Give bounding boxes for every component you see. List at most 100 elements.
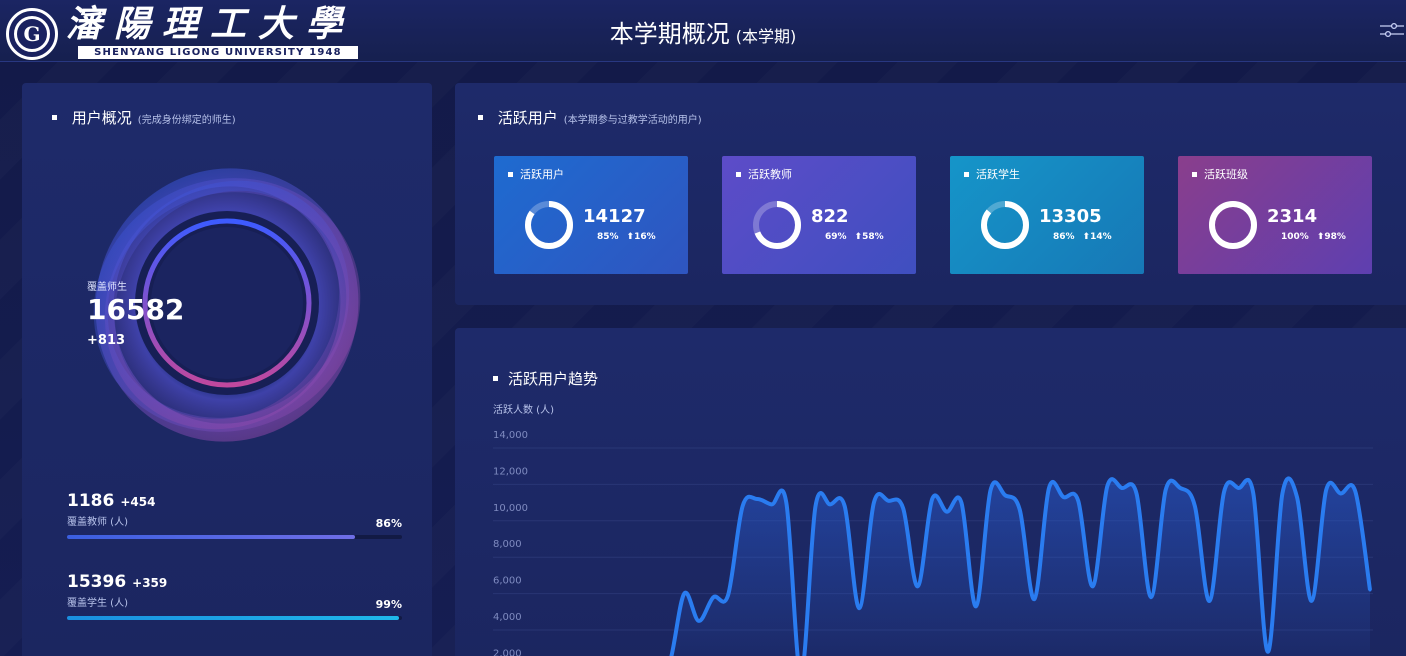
trend-y-axis-label: 活跃人数 (人) xyxy=(493,403,554,416)
trend-data-point xyxy=(959,501,963,505)
active-card-donut xyxy=(1209,201,1257,249)
teacher-count-label: 覆盖教师 (人) xyxy=(67,517,128,528)
trend-y-tick-label: 6,000 xyxy=(493,576,522,587)
trend-y-tick-label: 4,000 xyxy=(493,612,522,623)
active-card-value: 13305 xyxy=(1039,206,1102,227)
active-card-growth: ⬆58% xyxy=(854,232,884,242)
student-count: 15396 +359 xyxy=(67,572,402,592)
trend-data-point xyxy=(1266,650,1270,654)
trend-data-point xyxy=(1353,490,1357,494)
active-card-value: 2314 xyxy=(1267,206,1318,227)
active-users-panel: 活跃用户 (本学期参与过教学活动的用户) 活跃用户 14127 85% ⬆16% 活跃教师… xyxy=(455,83,1406,305)
trend-data-point xyxy=(1178,486,1182,490)
active-users-title: 活跃用户 (本学期参与过教学活动的用户) xyxy=(478,107,702,128)
trend-data-point xyxy=(843,504,847,508)
active-card-2[interactable]: 活跃学生 13305 86% ⬆14% xyxy=(950,156,1144,274)
student-coverage-bar-fill xyxy=(67,616,399,620)
trend-y-tick-label: 8,000 xyxy=(493,539,522,550)
active-trend-chart: 活跃人数 (人) 14,000 12,000 10,000 8,000 6,000 4,00… xyxy=(493,403,1373,656)
student-coverage-bar xyxy=(67,616,402,620)
active-users-hint: (本学期参与过教学活动的用户) xyxy=(563,115,702,126)
active-card-title: 活跃教师 xyxy=(736,166,792,182)
trend-data-point xyxy=(1076,499,1080,503)
active-card-3[interactable]: 活跃班级 2314 100% ⬆98% xyxy=(1178,156,1372,274)
active-card-donut xyxy=(981,201,1029,249)
active-card-donut-arc xyxy=(1209,201,1257,249)
active-card-percent: 85% xyxy=(597,232,619,242)
trend-data-point xyxy=(1222,490,1226,494)
teacher-coverage-stat: 1186 +454 覆盖教师 (人) 86% xyxy=(67,491,402,539)
teacher-coverage-bar-fill xyxy=(67,535,356,539)
trend-data-point xyxy=(1105,484,1109,488)
active-card-value: 14127 xyxy=(583,206,646,227)
student-count-delta: +359 xyxy=(132,576,168,590)
teacher-count-value: 1186 xyxy=(67,491,115,511)
trend-data-point xyxy=(1003,493,1007,497)
ring-delta: +813 xyxy=(87,333,126,348)
user-overview-title-text: 用户概况 xyxy=(71,109,132,127)
ring-total-value: 16582 xyxy=(87,293,185,326)
trend-data-point xyxy=(814,504,817,508)
active-card-meta: 100% ⬆98% xyxy=(1281,232,1346,242)
trend-data-point xyxy=(1251,492,1255,495)
active-card-meta: 86% ⬆14% xyxy=(1053,232,1112,242)
trend-data-point xyxy=(974,604,978,608)
trend-y-tick-label: 14,000 xyxy=(493,430,528,441)
active-card-percent: 69% xyxy=(825,232,847,242)
trend-data-point xyxy=(1295,495,1299,499)
trend-data-point xyxy=(711,595,715,599)
active-users-title-text: 活跃用户 xyxy=(497,109,558,127)
trend-data-point xyxy=(1339,492,1343,495)
trend-data-point xyxy=(682,592,686,596)
trend-data-point xyxy=(1193,504,1197,508)
active-card-title: 活跃用户 xyxy=(508,166,564,182)
trend-data-point xyxy=(945,510,949,514)
trend-data-point xyxy=(1018,508,1022,512)
user-overview-title: 用户概况 (完成身份绑定的师生) xyxy=(52,107,236,128)
active-card-1[interactable]: 活跃教师 822 69% ⬆58% xyxy=(722,156,916,274)
active-card-value: 822 xyxy=(811,206,849,227)
trend-data-point xyxy=(1047,486,1051,490)
user-overview-hint: (完成身份绑定的师生) xyxy=(137,115,236,126)
trend-data-point xyxy=(1324,488,1328,492)
active-card-title: 活跃班级 xyxy=(1192,166,1248,182)
trend-data-point xyxy=(887,499,890,503)
page-subtitle: (本学期) xyxy=(735,27,797,46)
trend-data-point xyxy=(726,593,730,597)
teacher-count-delta: +454 xyxy=(120,495,156,509)
trend-data-point xyxy=(1237,486,1241,490)
trend-data-point xyxy=(828,502,832,506)
page-title-text: 本学期概况 xyxy=(609,20,730,48)
trend-data-point xyxy=(1032,597,1036,601)
trend-data-point xyxy=(1310,599,1314,603)
trend-data-point xyxy=(697,619,701,623)
student-coverage-stat: 15396 +359 覆盖学生 (人) 99% xyxy=(67,572,402,620)
active-card-donut xyxy=(525,201,573,249)
trend-data-point xyxy=(784,501,788,505)
trend-data-point xyxy=(857,606,861,610)
active-card-title: 活跃学生 xyxy=(964,166,1020,182)
active-card-donut xyxy=(753,201,801,249)
trend-data-point xyxy=(1149,595,1153,599)
trend-data-point xyxy=(1120,486,1124,490)
trend-data-point xyxy=(1208,599,1211,603)
trend-data-point xyxy=(1280,492,1284,495)
active-card-growth: ⬆14% xyxy=(1082,232,1112,242)
settings-sliders-icon[interactable] xyxy=(1380,20,1404,40)
trend-data-point xyxy=(1091,584,1095,588)
trend-data-point xyxy=(1062,495,1066,499)
trend-data-point xyxy=(930,497,934,501)
student-coverage-percent: 99% xyxy=(375,598,402,611)
trend-data-point xyxy=(1135,492,1138,495)
teacher-coverage-bar xyxy=(67,535,402,539)
header-bar: G 瀋陽理工大學 SHENYANG LIGONG UNIVERSITY 1948… xyxy=(0,0,1406,62)
trend-y-tick-label: 10,000 xyxy=(493,503,528,514)
active-card-meta: 85% ⬆16% xyxy=(597,232,656,242)
active-card-growth: ⬆98% xyxy=(1316,232,1346,242)
active-card-percent: 86% xyxy=(1053,232,1075,242)
teacher-count: 1186 +454 xyxy=(67,491,402,511)
coverage-ring: 覆盖师生 16582 +813 xyxy=(87,163,367,443)
student-count-label: 覆盖学生 (人) xyxy=(67,598,128,609)
active-card-0[interactable]: 活跃用户 14127 85% ⬆16% xyxy=(494,156,688,274)
trend-data-point xyxy=(1164,488,1168,492)
